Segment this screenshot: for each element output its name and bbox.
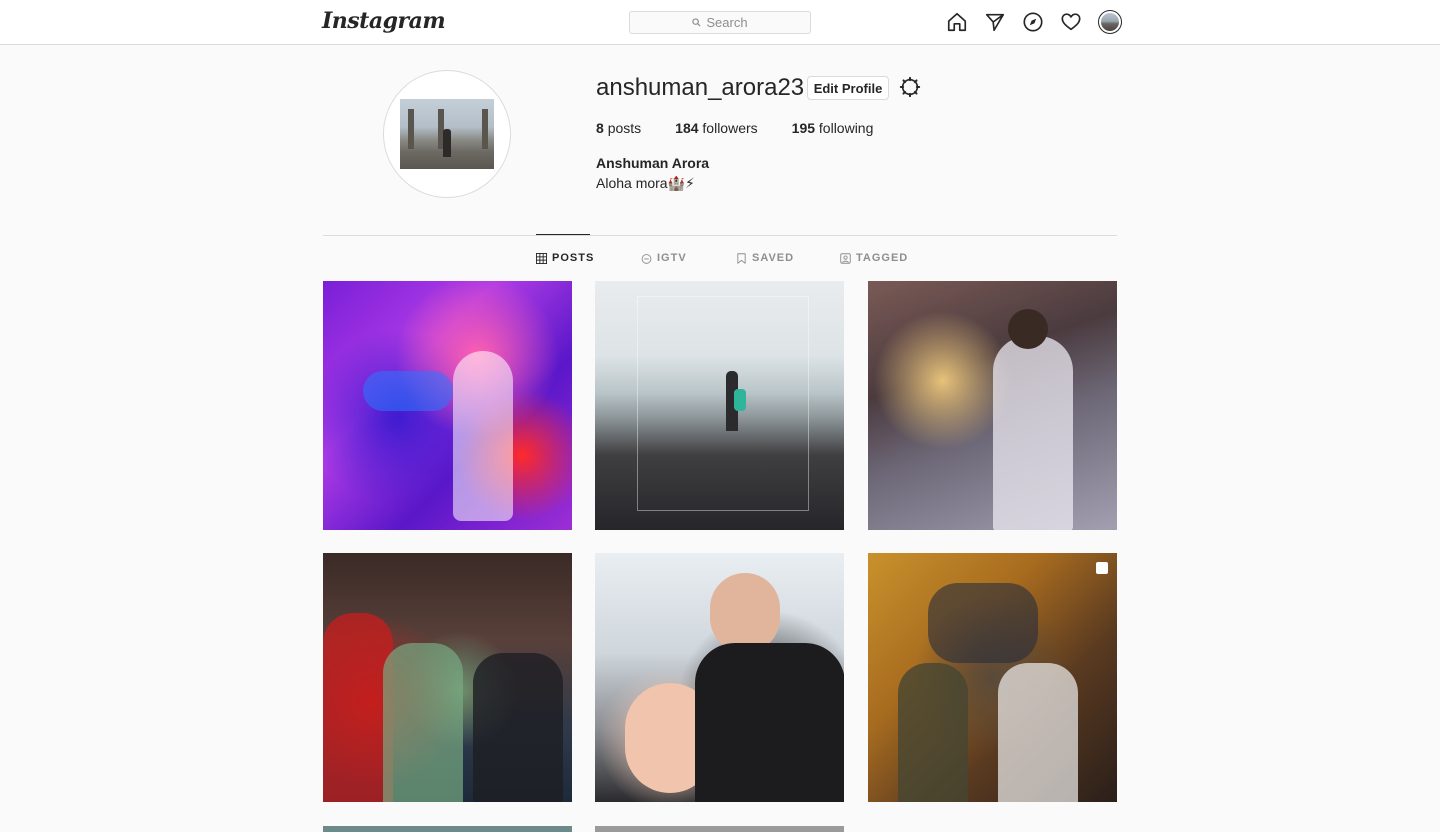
grid-icon xyxy=(536,252,547,264)
direct-icon[interactable] xyxy=(984,11,1006,33)
profile-username: anshuman_arora23 xyxy=(596,74,805,101)
post-thumbnail[interactable] xyxy=(595,826,844,832)
profile-bio: Aloha mora🏰⚡ xyxy=(596,175,695,191)
tab-saved[interactable]: SAVED xyxy=(736,252,794,264)
profile-tabs: POSTS IGTV SAVED TAGGED xyxy=(0,252,1440,266)
post-thumbnail[interactable] xyxy=(323,826,572,832)
tabs-divider xyxy=(323,235,1117,236)
post-thumbnail[interactable] xyxy=(595,553,844,802)
profile-stats: 8 posts 184 followers 195 following xyxy=(596,120,873,136)
search-input[interactable]: Search xyxy=(629,11,811,34)
heart-icon[interactable] xyxy=(1060,11,1082,33)
tab-igtv[interactable]: IGTV xyxy=(641,252,687,264)
edit-profile-button[interactable]: Edit Profile xyxy=(807,76,889,100)
tab-igtv-label: IGTV xyxy=(657,252,687,264)
igtv-icon xyxy=(641,253,652,264)
posts-count: 8 posts xyxy=(596,120,642,136)
tab-tagged[interactable]: TAGGED xyxy=(840,252,908,264)
post-thumbnail[interactable] xyxy=(323,553,572,802)
tab-saved-label: SAVED xyxy=(752,252,795,264)
tab-tagged-label: TAGGED xyxy=(856,252,909,264)
tab-posts-label: POSTS xyxy=(552,252,595,264)
profile-photo xyxy=(400,99,494,169)
post-thumbnail[interactable] xyxy=(323,281,572,530)
explore-icon[interactable] xyxy=(1022,11,1044,33)
settings-gear-icon[interactable] xyxy=(899,76,921,98)
post-thumbnail[interactable] xyxy=(868,553,1117,802)
profile-avatar-image xyxy=(1101,13,1119,31)
bookmark-icon xyxy=(737,252,746,264)
active-tab-indicator xyxy=(536,234,590,235)
post-thumbnail[interactable] xyxy=(868,281,1117,530)
following-link[interactable]: 195 following xyxy=(792,120,874,136)
profile-avatar[interactable] xyxy=(383,70,511,198)
followers-link[interactable]: 184 followers xyxy=(675,120,758,136)
instagram-logo[interactable]: Instagram xyxy=(322,8,446,34)
search-placeholder: Search xyxy=(706,15,748,30)
profile-full-name: Anshuman Arora xyxy=(596,155,710,171)
search-icon xyxy=(692,18,701,27)
tag-icon xyxy=(840,252,851,264)
post-thumbnail[interactable] xyxy=(595,281,844,530)
home-icon[interactable] xyxy=(946,11,968,33)
multiple-photos-icon xyxy=(1096,562,1108,574)
top-nav-bar: Instagram Search xyxy=(0,0,1440,45)
profile-avatar-button[interactable] xyxy=(1098,10,1122,34)
tab-posts[interactable]: POSTS xyxy=(536,252,594,264)
nav-icons xyxy=(946,10,1122,34)
